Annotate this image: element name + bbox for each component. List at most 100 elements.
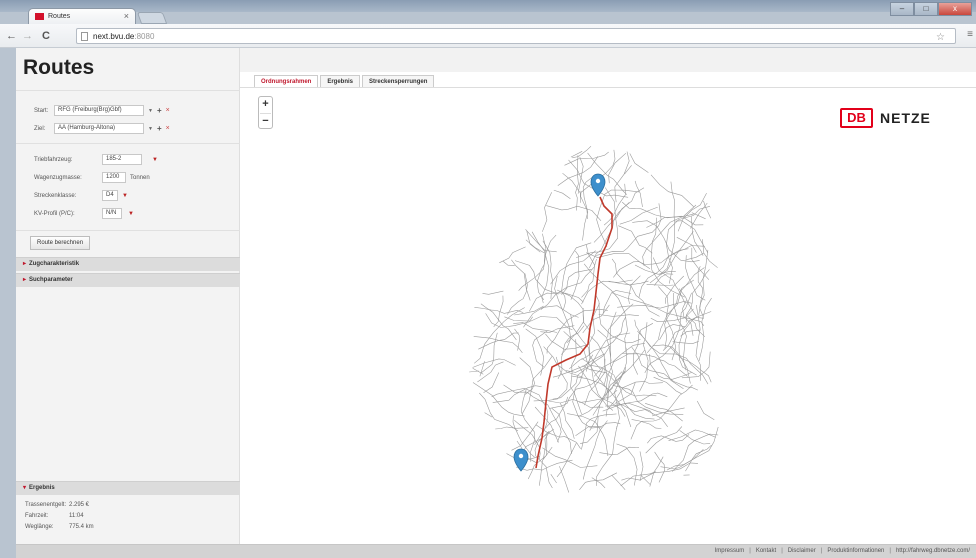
rail-segment xyxy=(511,259,531,301)
back-arrow-icon[interactable]: ← xyxy=(6,30,17,42)
rail-segment xyxy=(570,250,580,300)
route-berechnen-button[interactable]: Route berechnen xyxy=(30,236,91,250)
tab-ergebnis[interactable]: Ergebnis xyxy=(320,75,361,87)
triebfahrzeug-select[interactable]: 185-2 xyxy=(102,154,142,165)
rail-segment xyxy=(582,307,590,331)
ziel-add-icon[interactable]: + xyxy=(157,124,162,133)
param-row-wagenzugmasse: Wagenzugmasse: 1200 Tonnen xyxy=(34,172,150,183)
rail-segment xyxy=(531,231,550,304)
rail-segment xyxy=(540,259,597,310)
rail-segment xyxy=(551,408,572,455)
result-label: Weglänge: xyxy=(25,524,54,530)
accordion-zugcharakteristik[interactable]: ▸ Zugcharakteristik xyxy=(16,257,240,271)
rail-segment xyxy=(697,266,704,318)
footer-link-kontakt[interactable]: Kontakt xyxy=(756,548,776,554)
reload-icon[interactable]: C xyxy=(42,30,50,42)
streckenklasse-select[interactable]: D4 xyxy=(102,190,118,201)
accordion-suchparameter[interactable]: ▸ Suchparameter xyxy=(16,273,240,287)
rail-segment xyxy=(550,474,557,484)
main-area: Ordnungsrahmen Ergebnis Streckensperrung… xyxy=(240,48,976,558)
rail-segment xyxy=(629,153,649,173)
rail-segment xyxy=(650,174,695,208)
rail-segment xyxy=(533,356,568,402)
new-tab-button[interactable] xyxy=(136,12,168,24)
rail-segment xyxy=(605,402,654,415)
rail-segment xyxy=(523,305,579,328)
accordion-ergebnis[interactable]: ▾ Ergebnis xyxy=(16,481,240,495)
zoom-in-button[interactable]: + xyxy=(259,97,272,112)
rail-segment xyxy=(617,402,668,427)
accordion-arrow-icon: ▸ xyxy=(23,261,27,267)
tab-close-icon[interactable]: × xyxy=(124,11,129,21)
end-marker-icon[interactable] xyxy=(513,448,529,472)
rail-segment xyxy=(608,152,627,184)
rail-segment xyxy=(556,442,577,478)
rail-segment xyxy=(621,462,699,481)
streckenklasse-dropdown-icon[interactable]: ▼ xyxy=(122,193,128,199)
address-bar[interactable]: next.bvu.de:8080 ☆ xyxy=(76,28,956,44)
rail-segment xyxy=(646,284,674,286)
rail-segment xyxy=(554,275,572,355)
minimize-button[interactable]: – xyxy=(890,2,914,16)
result-value: 775.4 km xyxy=(69,524,94,530)
rail-segment xyxy=(702,239,718,268)
rail-segment xyxy=(492,385,542,403)
wagenzugmasse-input[interactable]: 1200 xyxy=(102,172,126,183)
rail-segment xyxy=(542,447,598,468)
rail-segment xyxy=(598,314,639,317)
zoom-control: + − xyxy=(258,96,273,129)
rail-segment xyxy=(660,448,704,470)
rail-segment xyxy=(482,290,504,295)
rail-segment xyxy=(553,189,571,200)
parameters-group: Triebfahrzeug: 185-2 ▼ Wagenzugmasse: 12… xyxy=(16,143,240,228)
start-remove-icon[interactable]: × xyxy=(166,107,170,114)
browser-menu-icon[interactable]: ≡ xyxy=(967,30,973,40)
netze-logo-text: NETZE xyxy=(880,110,931,126)
rail-segment xyxy=(634,180,643,208)
footer-separator: | xyxy=(820,548,823,554)
rail-segment xyxy=(653,376,682,395)
ziel-dropdown-icon[interactable]: ▼ xyxy=(148,126,153,132)
rail-segment xyxy=(607,303,634,338)
start-input[interactable]: RFG (Freiburg(Brg)Gbf) xyxy=(54,105,144,116)
rail-segment xyxy=(671,433,719,472)
tab-streckensperrungen[interactable]: Streckensperrungen xyxy=(362,75,435,87)
footer-link-fahrweg[interactable]: http://fahrweg.dbnetze.com/ xyxy=(896,548,970,554)
footer-link-produktinformationen[interactable]: Produktinformationen xyxy=(827,548,884,554)
forward-arrow-icon[interactable]: → xyxy=(22,30,33,42)
rail-segment xyxy=(581,413,617,450)
start-row: Start: RFG (Freiburg(Brg)Gbf) ▼ + × xyxy=(34,105,170,116)
footer-link-disclaimer[interactable]: Disclaimer xyxy=(788,548,816,554)
start-add-icon[interactable]: + xyxy=(157,106,162,115)
browser-toolbar: ← → C next.bvu.de:8080 ☆ ≡ xyxy=(0,24,976,48)
maximize-button[interactable]: □ xyxy=(914,2,938,16)
rail-network-lines xyxy=(469,145,719,493)
kvprofil-dropdown-icon[interactable]: ▼ xyxy=(126,211,134,217)
rail-segment xyxy=(575,155,579,211)
footer-link-impressum[interactable]: Impressum xyxy=(715,548,745,554)
bookmark-star-icon[interactable]: ☆ xyxy=(936,33,945,43)
result-label: Fahrzeit: xyxy=(25,513,49,519)
rail-segment xyxy=(691,212,706,220)
param-label: Triebfahrzeug: xyxy=(34,156,73,163)
wagenzugmasse-unit: Tonnen xyxy=(130,174,150,181)
accordion-label: Suchparameter xyxy=(29,277,73,283)
result-label: Trassenentgelt: xyxy=(25,502,67,508)
ziel-remove-icon[interactable]: × xyxy=(166,125,170,132)
db-logo-icon: DB xyxy=(840,108,873,128)
rail-segment xyxy=(622,353,688,377)
close-window-button[interactable]: x xyxy=(938,2,972,16)
tab-ordnungsrahmen[interactable]: Ordnungsrahmen xyxy=(254,75,319,87)
window-controls: – □ x xyxy=(890,2,972,16)
rail-segment xyxy=(469,370,480,373)
triebfahrzeug-dropdown-icon[interactable]: ▼ xyxy=(146,157,158,163)
kvprofil-select[interactable]: N/N xyxy=(102,208,122,219)
start-marker-icon[interactable] xyxy=(590,173,606,197)
ziel-input[interactable]: AA (Hamburg-Altona) xyxy=(54,123,144,134)
start-dropdown-icon[interactable]: ▼ xyxy=(148,108,153,114)
zoom-out-button[interactable]: − xyxy=(259,114,272,129)
rail-network-map[interactable] xyxy=(240,88,976,558)
browser-tab[interactable]: Routes × xyxy=(28,8,136,24)
rail-segment xyxy=(691,216,704,256)
ziel-row: Ziel: AA (Hamburg-Altona) ▼ + × xyxy=(34,123,170,134)
